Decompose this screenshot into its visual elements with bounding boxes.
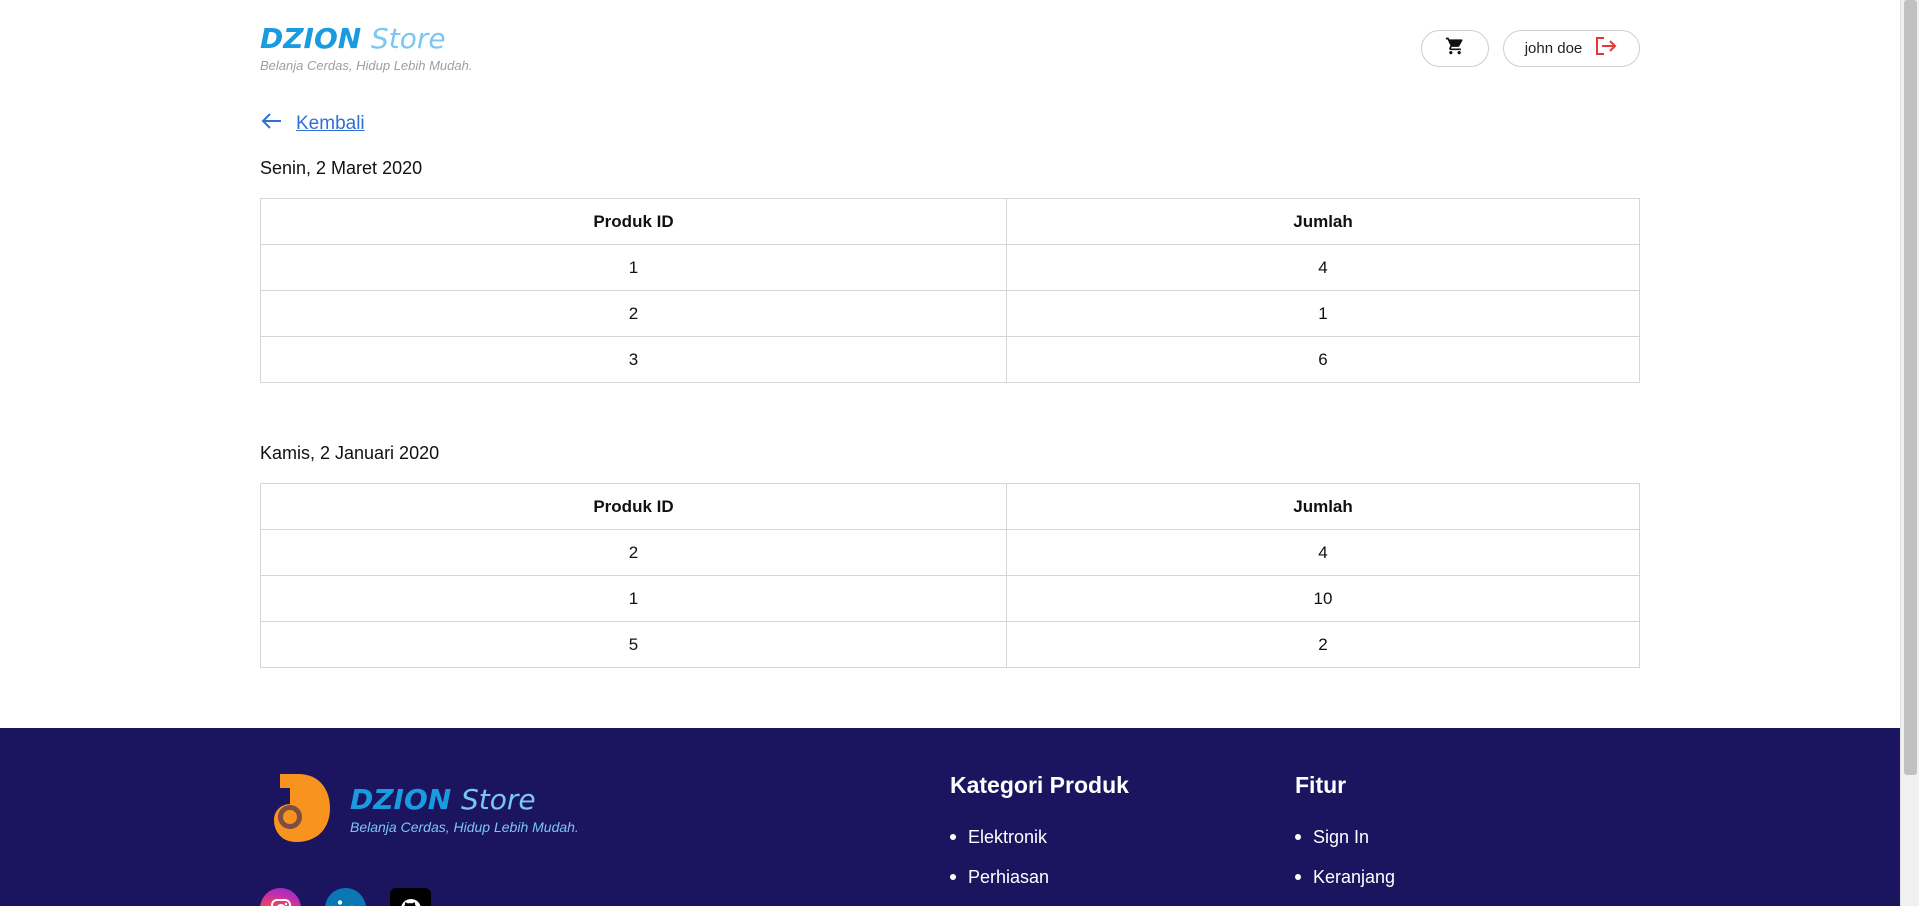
product-id-cell: 1 bbox=[260, 244, 1007, 291]
column-header-quantity: Jumlah bbox=[1006, 198, 1640, 245]
footer-features-title: Fitur bbox=[1295, 772, 1347, 798]
footer-brand: DZION Store Belanja Cerdas, Hidup Lebih … bbox=[350, 783, 579, 835]
bullet bbox=[950, 834, 956, 840]
quantity-cell: 10 bbox=[1006, 575, 1640, 622]
quantity-cell: 4 bbox=[1006, 244, 1640, 291]
column-header-product-id: Produk ID bbox=[260, 198, 1007, 245]
product-id-cell: 2 bbox=[260, 529, 1007, 576]
order-table: Produk ID Jumlah 1 4 2 1 3 6 bbox=[260, 198, 1640, 383]
page: DZION Store Belanja Cerdas, Hidup Lebih … bbox=[0, 0, 1900, 906]
quantity-cell: 1 bbox=[1006, 290, 1640, 337]
back-link-label: Kembali bbox=[296, 112, 365, 134]
cart-button[interactable] bbox=[1421, 30, 1489, 67]
product-id-cell: 1 bbox=[260, 575, 1007, 622]
back-link[interactable]: Kembali bbox=[260, 112, 365, 135]
quantity-cell: 4 bbox=[1006, 529, 1640, 576]
brand-tagline: Belanja Cerdas, Hidup Lebih Mudah. bbox=[260, 58, 473, 73]
footer-link-cart[interactable]: Keranjang bbox=[1295, 857, 1395, 897]
github-icon[interactable] bbox=[390, 888, 431, 906]
footer-categories: Kategori Produk Elektronik Perhiasan bbox=[950, 772, 1129, 897]
quantity-cell: 2 bbox=[1006, 621, 1640, 668]
table-row: 2 1 bbox=[260, 290, 1640, 337]
brand-word-2: Store bbox=[370, 22, 446, 55]
footer-features: Fitur Sign In Keranjang bbox=[1295, 772, 1395, 897]
table-row: 1 10 bbox=[260, 575, 1640, 622]
instagram-icon[interactable] bbox=[260, 888, 301, 906]
table-row: 2 4 bbox=[260, 529, 1640, 576]
footer-link-jewelry[interactable]: Perhiasan bbox=[950, 857, 1129, 897]
order-table: Produk ID Jumlah 2 4 1 10 5 2 bbox=[260, 483, 1640, 668]
user-logout-button[interactable]: john doe bbox=[1503, 30, 1640, 67]
header: DZION Store Belanja Cerdas, Hidup Lebih … bbox=[260, 22, 1640, 82]
footer-categories-title: Kategori Produk bbox=[950, 772, 1129, 798]
footer-link-label: Elektronik bbox=[968, 826, 1048, 847]
column-header-quantity: Jumlah bbox=[1006, 483, 1640, 530]
footer-brand-word-1: DZION bbox=[350, 783, 452, 816]
product-id-cell: 3 bbox=[260, 336, 1007, 383]
footer-link-label: Perhiasan bbox=[968, 866, 1050, 887]
bullet bbox=[950, 874, 956, 880]
social-links bbox=[260, 888, 431, 906]
order-date: Kamis, 2 Januari 2020 bbox=[260, 443, 440, 463]
footer-brand-word-2: Store bbox=[460, 783, 536, 816]
vertical-scrollbar[interactable] bbox=[1900, 0, 1919, 906]
brand-word-1: DZION bbox=[260, 22, 362, 55]
bullet bbox=[1295, 834, 1301, 840]
product-id-cell: 5 bbox=[260, 621, 1007, 668]
column-header-product-id: Produk ID bbox=[260, 483, 1007, 530]
footer-link-sign-in[interactable]: Sign In bbox=[1295, 817, 1395, 857]
bullet bbox=[1295, 874, 1301, 880]
arrow-left-icon bbox=[260, 112, 282, 135]
cart-icon bbox=[1445, 36, 1465, 61]
brand[interactable]: DZION Store Belanja Cerdas, Hidup Lebih … bbox=[260, 22, 472, 73]
scrollbar-thumb[interactable] bbox=[1904, 0, 1917, 775]
brand-title: DZION Store bbox=[260, 22, 472, 56]
footer-link-label: Sign In bbox=[1313, 826, 1370, 847]
footer-link-label: Keranjang bbox=[1313, 866, 1396, 887]
table-header-row: Produk ID Jumlah bbox=[260, 198, 1640, 245]
brand-logo-icon bbox=[268, 770, 334, 851]
user-name: john doe bbox=[1524, 40, 1583, 57]
table-row: 3 6 bbox=[260, 336, 1640, 383]
product-id-cell: 2 bbox=[260, 290, 1007, 337]
footer-brand-title: DZION Store bbox=[350, 783, 579, 817]
linkedin-icon[interactable] bbox=[325, 888, 366, 906]
table-row: 1 4 bbox=[260, 244, 1640, 291]
footer-brand-tagline: Belanja Cerdas, Hidup Lebih Mudah. bbox=[350, 819, 579, 835]
quantity-cell: 6 bbox=[1006, 336, 1640, 383]
table-header-row: Produk ID Jumlah bbox=[260, 483, 1640, 530]
footer-link-electronics[interactable]: Elektronik bbox=[950, 817, 1129, 857]
order-date: Senin, 2 Maret 2020 bbox=[260, 158, 423, 178]
logout-icon bbox=[1594, 36, 1618, 61]
table-row: 5 2 bbox=[260, 621, 1640, 668]
footer: DZION Store Belanja Cerdas, Hidup Lebih … bbox=[0, 728, 1900, 906]
